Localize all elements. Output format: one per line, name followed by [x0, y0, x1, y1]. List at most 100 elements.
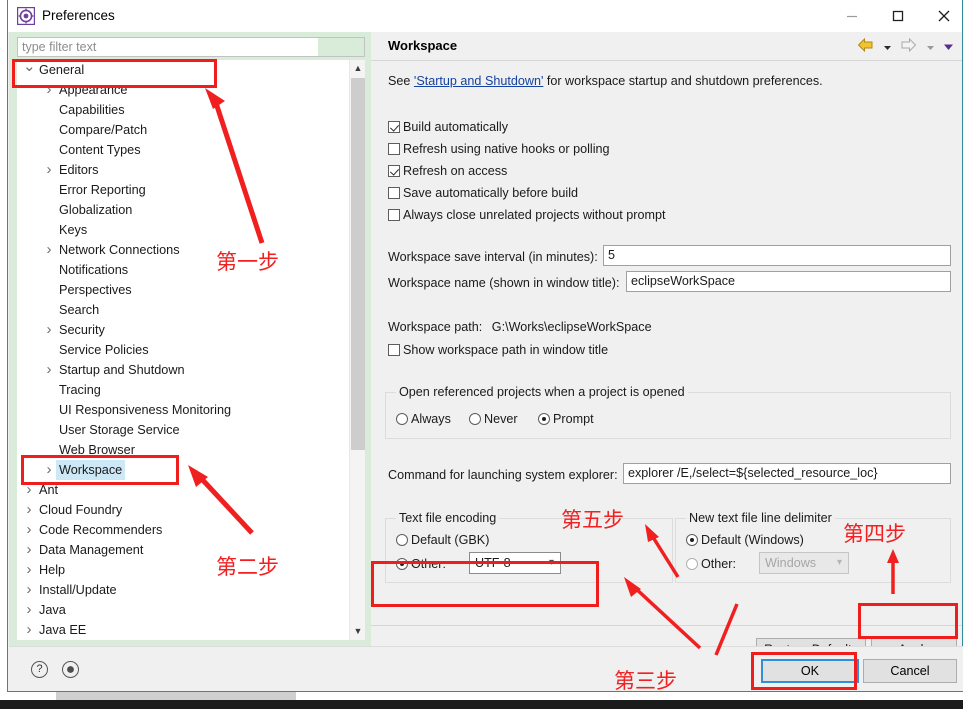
- checkbox-build-automatically[interactable]: Build automatically: [388, 120, 508, 134]
- system-explorer-command-input[interactable]: explorer /E,/select=${selected_resource_…: [623, 463, 951, 484]
- tree-item-security[interactable]: › Security: [17, 320, 349, 340]
- chevron-right-icon[interactable]: ›: [43, 320, 55, 340]
- radio-delimiter-default[interactable]: Default (Windows): [686, 533, 804, 547]
- tree-item-data-management[interactable]: › Data Management: [17, 540, 349, 560]
- tree-item-general[interactable]: ⌄ General: [17, 60, 349, 80]
- radio-delimiter-other[interactable]: Other:: [686, 557, 736, 571]
- tree-item-user-storage-service[interactable]: User Storage Service: [17, 420, 349, 440]
- startup-shutdown-link[interactable]: 'Startup and Shutdown': [414, 74, 543, 88]
- forward-arrow-icon[interactable]: [900, 37, 917, 57]
- record-circle-icon[interactable]: [62, 661, 79, 678]
- radio-circle[interactable]: [396, 534, 408, 546]
- filter-input[interactable]: type filter text: [17, 37, 365, 57]
- chevron-right-icon[interactable]: ›: [23, 600, 35, 620]
- radio-label: Never: [484, 412, 518, 426]
- tree-item-notifications[interactable]: Notifications: [17, 260, 349, 280]
- view-menu-icon[interactable]: [943, 39, 954, 57]
- chevron-right-icon[interactable]: ›: [43, 80, 55, 100]
- chevron-right-icon[interactable]: ›: [23, 500, 35, 520]
- tree-item-ui-responsiveness-monitoring[interactable]: UI Responsiveness Monitoring: [17, 400, 349, 420]
- checkbox-box[interactable]: [388, 209, 400, 221]
- tree-item-help[interactable]: › Help: [17, 560, 349, 580]
- startup-shutdown-hint: See 'Startup and Shutdown' for workspace…: [388, 74, 823, 88]
- minimize-button[interactable]: [829, 0, 875, 31]
- tree-item-workspace[interactable]: › Workspace: [17, 460, 349, 480]
- checkbox-box[interactable]: [388, 143, 400, 155]
- tree-scrollbar[interactable]: ▲ ▼: [349, 60, 365, 640]
- chevron-right-icon[interactable]: ›: [43, 160, 55, 180]
- checkbox-refresh-on-access[interactable]: Refresh on access: [388, 164, 507, 178]
- chevron-right-icon[interactable]: ›: [23, 520, 35, 540]
- chevron-right-icon[interactable]: ›: [23, 560, 35, 580]
- tree-item-editors[interactable]: › Editors: [17, 160, 349, 180]
- checkbox-box[interactable]: [388, 165, 400, 177]
- page-title: Workspace: [388, 38, 458, 53]
- workspace-name-input[interactable]: eclipseWorkSpace: [626, 271, 951, 292]
- chevron-right-icon[interactable]: ›: [43, 360, 55, 380]
- radio-circle[interactable]: [396, 558, 408, 570]
- tree-item-error-reporting[interactable]: Error Reporting: [17, 180, 349, 200]
- radio-prompt[interactable]: Prompt: [538, 412, 594, 426]
- radio-circle[interactable]: [538, 413, 550, 425]
- tree-item-compare-patch[interactable]: Compare/Patch: [17, 120, 349, 140]
- save-interval-input[interactable]: 5: [603, 245, 951, 266]
- radio-circle[interactable]: [686, 558, 698, 570]
- scrollbar-thumb[interactable]: [351, 78, 365, 450]
- checkbox-show-workspace-path[interactable]: Show workspace path in window title: [388, 343, 608, 357]
- back-arrow-icon[interactable]: [857, 37, 874, 57]
- tree-item-perspectives[interactable]: Perspectives: [17, 280, 349, 300]
- preferences-tree[interactable]: ⌄ General › Appearance Capabilities Compare/P…: [17, 60, 365, 640]
- tree-item-search[interactable]: Search: [17, 300, 349, 320]
- help-question-icon[interactable]: ?: [31, 661, 48, 678]
- checkbox-save-before-build[interactable]: Save automatically before build: [388, 186, 578, 200]
- radio-label: Prompt: [553, 412, 594, 426]
- chevron-right-icon[interactable]: ›: [43, 460, 55, 480]
- checkbox-box[interactable]: [388, 187, 400, 199]
- tree-item-tracing[interactable]: Tracing: [17, 380, 349, 400]
- radio-circle[interactable]: [469, 413, 481, 425]
- tree-item-service-policies[interactable]: Service Policies: [17, 340, 349, 360]
- tree-item-appearance[interactable]: › Appearance: [17, 80, 349, 100]
- radio-encoding-other[interactable]: Other:: [396, 557, 446, 571]
- chevron-right-icon[interactable]: ›: [23, 580, 35, 600]
- tree-item-java[interactable]: › Java: [17, 600, 349, 620]
- tree-item-startup-and-shutdown[interactable]: › Startup and Shutdown: [17, 360, 349, 380]
- back-dropdown-icon[interactable]: [883, 39, 892, 57]
- checkbox-close-unrelated-projects[interactable]: Always close unrelated projects without …: [388, 208, 666, 222]
- tree-item-ant[interactable]: › Ant: [17, 480, 349, 500]
- checkbox-box[interactable]: [388, 344, 400, 356]
- scroll-up-icon[interactable]: ▲: [350, 60, 366, 77]
- tree-item-globalization[interactable]: Globalization: [17, 200, 349, 220]
- tree-item-network-connections[interactable]: › Network Connections: [17, 240, 349, 260]
- forward-dropdown-icon[interactable]: [926, 39, 935, 57]
- tree-item-content-types[interactable]: Content Types: [17, 140, 349, 160]
- chevron-right-icon[interactable]: ›: [23, 540, 35, 560]
- radio-circle[interactable]: [396, 413, 408, 425]
- radio-never[interactable]: Never: [469, 412, 518, 426]
- maximize-button[interactable]: [875, 0, 921, 31]
- chevron-right-icon[interactable]: ›: [43, 240, 55, 260]
- tree-item-code-recommenders[interactable]: › Code Recommenders: [17, 520, 349, 540]
- tree-item-web-browser[interactable]: Web Browser: [17, 440, 349, 460]
- radio-circle[interactable]: [686, 534, 698, 546]
- chevron-down-icon[interactable]: ⌄: [23, 60, 36, 80]
- chevron-right-icon[interactable]: ›: [23, 480, 35, 500]
- tree-item-cloud-foundry[interactable]: › Cloud Foundry: [17, 500, 349, 520]
- chevron-right-icon[interactable]: ›: [23, 620, 35, 640]
- tree-item-keys[interactable]: Keys: [17, 220, 349, 240]
- tree-item-install-update[interactable]: › Install/Update: [17, 580, 349, 600]
- tree-item-capabilities[interactable]: Capabilities: [17, 100, 349, 120]
- checkbox-box[interactable]: [388, 121, 400, 133]
- scroll-down-icon[interactable]: ▼: [350, 623, 366, 640]
- tree-item-java-ee[interactable]: › Java EE: [17, 620, 349, 640]
- cancel-button[interactable]: Cancel: [863, 659, 957, 683]
- encoding-combo[interactable]: UTF-8 ▾: [469, 552, 561, 574]
- close-button[interactable]: [921, 0, 963, 31]
- radio-encoding-default[interactable]: Default (GBK): [396, 533, 489, 547]
- ok-button[interactable]: OK: [761, 659, 859, 683]
- checkbox-refresh-native-hooks[interactable]: Refresh using native hooks or polling: [388, 142, 610, 156]
- radio-always[interactable]: Always: [396, 412, 451, 426]
